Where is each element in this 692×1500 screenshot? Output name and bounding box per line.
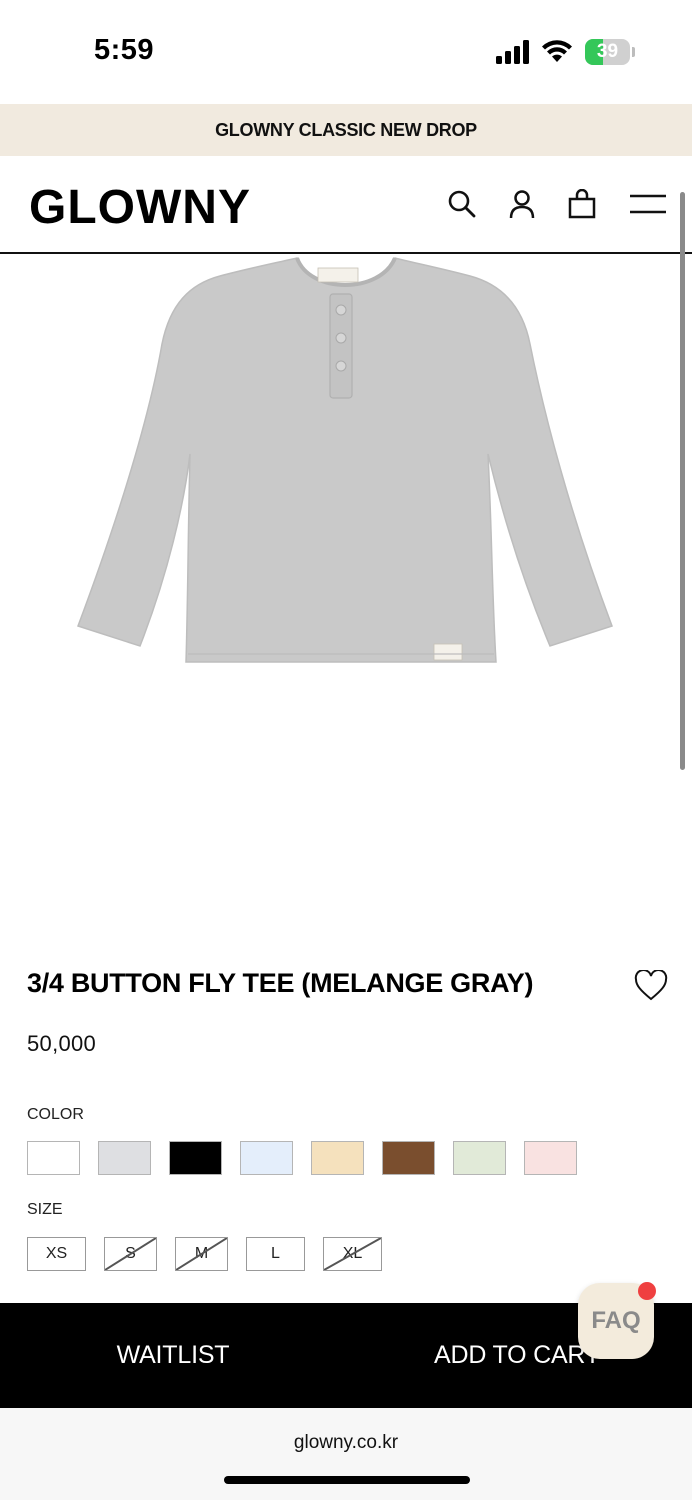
size-options: XS SM L XL xyxy=(27,1237,382,1271)
menu-icon[interactable] xyxy=(628,186,668,222)
color-swatch-light-pink[interactable] xyxy=(524,1141,577,1175)
product-image[interactable] xyxy=(60,254,632,674)
size-option-label: L xyxy=(271,1245,280,1262)
size-option-label: XS xyxy=(45,1245,68,1262)
size-option-l[interactable]: L xyxy=(246,1237,305,1271)
color-swatch-sage[interactable] xyxy=(453,1141,506,1175)
color-swatches xyxy=(27,1141,577,1175)
sold-out-strike xyxy=(105,1238,156,1270)
sold-out-strike xyxy=(324,1238,381,1270)
color-swatch-white[interactable] xyxy=(27,1141,80,1175)
size-option-s[interactable]: S xyxy=(104,1237,157,1271)
promo-banner-text: GLOWNY CLASSIC NEW DROP xyxy=(215,119,477,140)
notification-dot xyxy=(638,1282,656,1300)
brand-logo[interactable]: GLOWNY xyxy=(29,180,251,235)
url-text[interactable]: glowny.co.kr xyxy=(0,1432,692,1454)
account-icon[interactable] xyxy=(504,186,540,222)
promo-banner[interactable]: GLOWNY CLASSIC NEW DROP xyxy=(0,104,692,156)
size-label: SIZE xyxy=(27,1201,63,1218)
size-option-m[interactable]: M xyxy=(175,1237,228,1271)
status-time: 5:59 xyxy=(94,34,155,66)
wifi-icon xyxy=(542,40,572,62)
color-swatch-black[interactable] xyxy=(169,1141,222,1175)
product-price: 50,000 xyxy=(27,1031,97,1056)
site-header: GLOWNY xyxy=(0,156,692,254)
browser-url-bar: glowny.co.kr xyxy=(0,1408,692,1500)
sold-out-strike xyxy=(176,1238,227,1270)
waitlist-button[interactable]: WAITLIST xyxy=(0,1303,346,1408)
cellular-signal-icon xyxy=(496,40,529,64)
shopping-bag-icon[interactable] xyxy=(564,186,600,222)
battery-level: 39 xyxy=(596,41,619,62)
color-swatch-brown[interactable] xyxy=(382,1141,435,1175)
size-option-xs[interactable]: XS xyxy=(27,1237,86,1271)
scrollbar[interactable] xyxy=(680,192,685,770)
color-label: COLOR xyxy=(27,1106,84,1123)
status-bar: 5:59 39 xyxy=(0,0,692,104)
battery-indicator: 39 xyxy=(585,39,635,65)
heart-outline-icon[interactable] xyxy=(634,970,668,1002)
product-title: 3/4 BUTTON FLY TEE (MELANGE GRAY) xyxy=(27,968,534,998)
color-swatch-light-gray[interactable] xyxy=(98,1141,151,1175)
color-swatch-beige[interactable] xyxy=(311,1141,364,1175)
home-indicator[interactable] xyxy=(224,1476,470,1484)
color-swatch-light-blue[interactable] xyxy=(240,1141,293,1175)
search-icon[interactable] xyxy=(444,186,480,222)
size-option-xl[interactable]: XL xyxy=(323,1237,382,1271)
